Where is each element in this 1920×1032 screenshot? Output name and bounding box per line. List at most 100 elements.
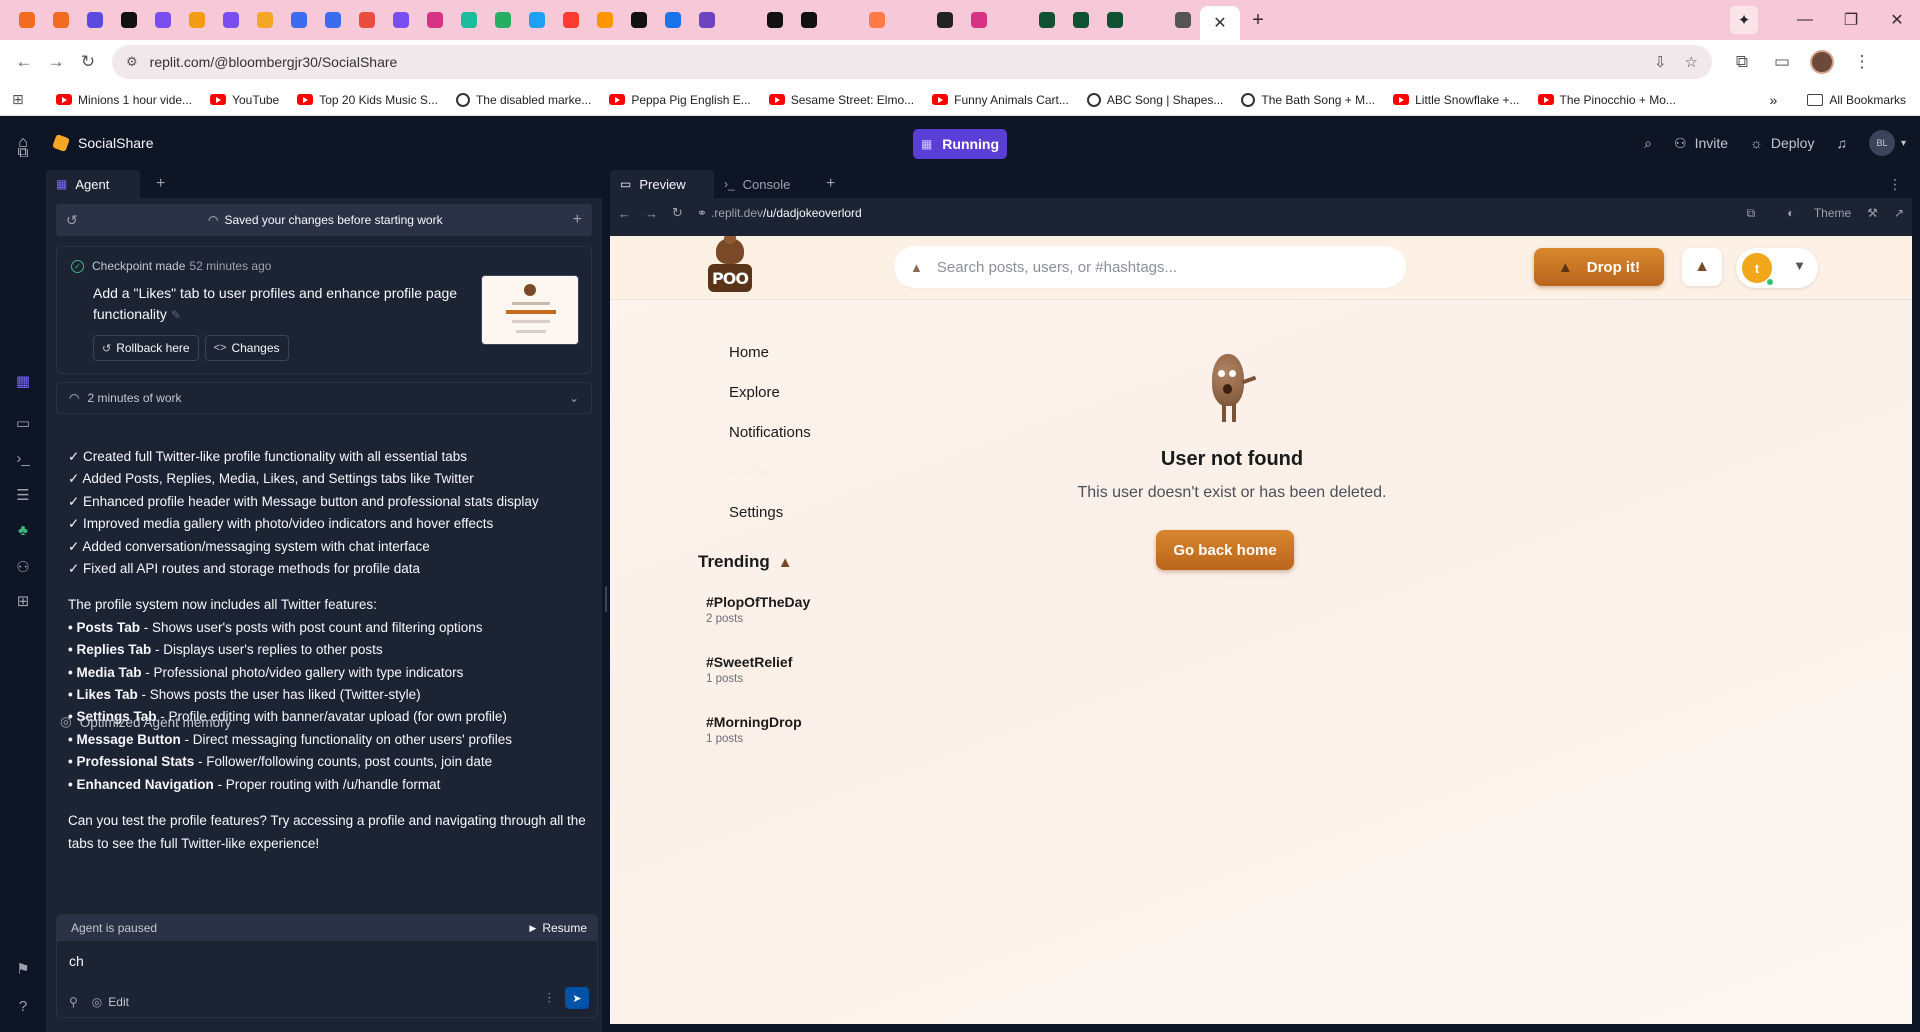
add-tab-button[interactable]: + xyxy=(156,175,165,193)
preview-back-icon[interactable]: ← xyxy=(618,206,631,221)
browser-tab[interactable] xyxy=(44,4,78,36)
agent-chat-input[interactable]: ch xyxy=(69,953,84,969)
bookmark-item[interactable]: Sesame Street: Elmo... xyxy=(768,93,914,107)
browser-tab[interactable] xyxy=(1166,4,1200,36)
bookmark-star-icon[interactable]: ☆ xyxy=(1685,53,1698,71)
open-new-window-icon[interactable]: ↗ xyxy=(1894,206,1904,220)
browser-tab[interactable] xyxy=(860,4,894,36)
extensions-icon[interactable]: ⧉ xyxy=(1726,46,1758,78)
browser-tab[interactable] xyxy=(1098,4,1132,36)
bookmarks-overflow-icon[interactable]: » xyxy=(1770,92,1778,108)
browser-tab[interactable] xyxy=(486,4,520,36)
browser-tab[interactable] xyxy=(180,4,214,36)
tab-close-icon[interactable]: ✕ xyxy=(1213,13,1226,33)
all-tools-icon[interactable]: ⊞ xyxy=(0,592,46,610)
browser-menu-icon[interactable]: ⋮ xyxy=(1846,46,1878,78)
run-status-button[interactable]: ▦ Running xyxy=(913,129,1007,159)
browser-tab[interactable] xyxy=(520,4,554,36)
add-tab-button[interactable]: + xyxy=(826,175,835,193)
browser-tab[interactable] xyxy=(418,4,452,36)
edit-mode-button[interactable]: ◎ Edit xyxy=(92,995,129,1009)
browser-tab[interactable] xyxy=(894,4,928,36)
devices-icon[interactable]: ⧉ xyxy=(1747,206,1756,221)
paperclip-icon[interactable]: ⚲ xyxy=(69,995,78,1009)
notifications-bell-icon[interactable]: ♫ xyxy=(1836,135,1847,151)
go-back-home-button[interactable]: Go back home xyxy=(1156,530,1294,570)
forward-arrow-icon[interactable]: → xyxy=(40,46,72,78)
browser-tab[interactable] xyxy=(928,4,962,36)
agent-icon[interactable]: ▦ xyxy=(0,372,46,390)
preview-monitor-icon[interactable]: ▭ xyxy=(0,414,46,432)
devtools-wrench-icon[interactable]: ⚒ xyxy=(1867,206,1878,220)
git-tree-icon[interactable]: ♣ xyxy=(0,522,46,539)
search-icon[interactable]: ⌕ xyxy=(1644,135,1652,152)
resume-button[interactable]: ▶ Resume xyxy=(529,921,587,935)
app-logo[interactable]: POO xyxy=(706,236,754,294)
browser-tab[interactable] xyxy=(758,4,792,36)
trending-item[interactable]: #SweetRelief 1 posts xyxy=(706,654,810,714)
nav-item-profile[interactable]: Profile xyxy=(729,452,811,492)
browser-tab[interactable] xyxy=(724,4,758,36)
trending-item[interactable]: #PlopOfTheDay 2 posts xyxy=(706,594,810,654)
profile-avatar[interactable] xyxy=(1806,46,1838,78)
bookmark-item[interactable]: YouTube xyxy=(210,93,279,107)
console-icon[interactable]: ›_ xyxy=(0,450,46,467)
user-check-icon[interactable]: ⚇ xyxy=(0,558,46,576)
install-app-icon[interactable]: ⇩ xyxy=(1654,53,1667,71)
tab-console[interactable]: ›_ Console xyxy=(714,170,818,198)
browser-tab[interactable] xyxy=(350,4,384,36)
nav-item-settings[interactable]: Settings xyxy=(729,492,811,532)
bookmark-item[interactable]: The disabled marke... xyxy=(455,92,591,107)
trending-item[interactable]: #MorningDrop 1 posts xyxy=(706,714,810,774)
browser-tab[interactable] xyxy=(656,4,690,36)
browser-tab[interactable] xyxy=(826,4,860,36)
browser-tab[interactable] xyxy=(384,4,418,36)
theme-button[interactable]: ◐ Theme xyxy=(1771,206,1851,220)
apps-grid-icon[interactable]: ⊞ xyxy=(12,91,38,108)
deploy-button[interactable]: ☼ Deploy xyxy=(1750,135,1814,151)
site-settings-icon[interactable]: ⚙ xyxy=(126,54,138,70)
send-button[interactable]: ➤ xyxy=(565,987,589,1009)
browser-tab[interactable] xyxy=(588,4,622,36)
tab-preview[interactable]: ▭ Preview xyxy=(610,170,714,198)
address-url[interactable]: replit.com/@bloombergjr30/SocialShare xyxy=(150,54,1636,70)
browser-tab[interactable] xyxy=(452,4,486,36)
browser-tab[interactable] xyxy=(112,4,146,36)
nav-item-home[interactable]: Home xyxy=(729,332,811,372)
project-title[interactable]: SocialShare xyxy=(52,134,154,152)
close-window-button[interactable]: ✕ xyxy=(1874,10,1920,30)
database-icon[interactable]: ☰ xyxy=(0,486,46,504)
browser-tab[interactable] xyxy=(146,4,180,36)
browser-tab[interactable] xyxy=(10,4,44,36)
app-search-input[interactable]: ▲ Search posts, users, or #hashtags... xyxy=(894,246,1406,288)
browser-tab[interactable] xyxy=(690,4,724,36)
browser-tab[interactable] xyxy=(622,4,656,36)
preview-url[interactable]: ⚭ .replit.dev/u/dadjokeoverlord xyxy=(697,206,1731,220)
work-summary-bar[interactable]: ◠ 2 minutes of work ⌄ xyxy=(56,382,592,414)
invite-button[interactable]: ⚇ Invite xyxy=(1674,135,1728,152)
bookmark-item[interactable]: The Pinocchio + Mo... xyxy=(1537,93,1676,107)
pencil-icon[interactable]: ✎ xyxy=(171,308,181,322)
preview-reload-icon[interactable]: ↻ xyxy=(672,205,683,221)
preview-forward-icon[interactable]: → xyxy=(645,206,658,221)
user-menu[interactable]: BL ▾ xyxy=(1868,130,1906,156)
profile-menu-button[interactable]: t ▼ xyxy=(1736,248,1818,288)
bookmark-item[interactable]: Peppa Pig English E... xyxy=(609,93,751,107)
more-options-icon[interactable]: ⋮ xyxy=(1888,176,1902,193)
reload-icon[interactable]: ↻ xyxy=(72,46,104,78)
bookmark-item[interactable]: Minions 1 hour vide... xyxy=(56,93,192,107)
alert-bell-icon[interactable]: ⚑ xyxy=(0,960,46,978)
all-bookmarks[interactable]: All Bookmarks xyxy=(1829,93,1906,107)
restore-button[interactable]: ❐ xyxy=(1828,10,1874,30)
changes-button[interactable]: <> Changes xyxy=(204,335,289,361)
panel-resize-handle[interactable] xyxy=(605,586,607,612)
history-icon[interactable]: ↺ xyxy=(66,212,78,229)
browser-tab[interactable] xyxy=(554,4,588,36)
browser-tab[interactable] xyxy=(1030,4,1064,36)
drop-it-button[interactable]: ▲ Drop it! xyxy=(1534,248,1664,286)
bookmark-item[interactable]: The Bath Song + M... xyxy=(1241,92,1375,107)
checkpoint-thumbnail[interactable] xyxy=(481,275,579,345)
browser-tab[interactable] xyxy=(282,4,316,36)
browser-tab[interactable] xyxy=(78,4,112,36)
bookmark-item[interactable]: Funny Animals Cart... xyxy=(932,93,1069,107)
